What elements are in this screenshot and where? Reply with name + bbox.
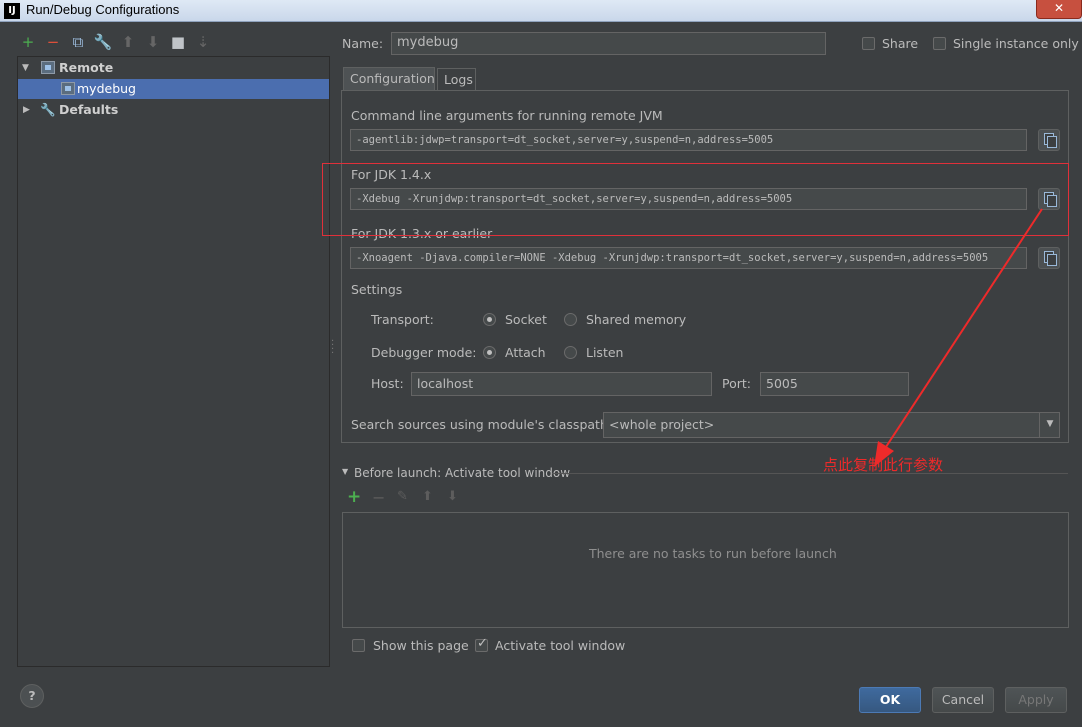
copy-cmd-args-button[interactable] — [1038, 129, 1060, 151]
remote-config-icon — [41, 61, 55, 74]
attach-label: Attach — [505, 345, 546, 360]
left-toolbar: + − ⧉ 🔧 ⬆ ⬇ ■ ⇣ — [18, 32, 328, 54]
show-this-page-checkbox[interactable] — [352, 639, 365, 652]
socket-radio[interactable] — [483, 313, 496, 326]
configuration-tree[interactable]: ▼ Remote mydebug ▶ 🔧 Defaults — [17, 56, 330, 667]
transport-label: Transport: — [371, 312, 434, 327]
module-classpath-value: <whole project> — [609, 417, 715, 432]
remove-icon[interactable]: − — [43, 32, 63, 52]
search-sources-label: Search sources using module's classpath: — [351, 417, 613, 432]
add-task-icon[interactable]: + — [347, 487, 361, 507]
tab-configuration[interactable]: Configuration — [343, 67, 435, 90]
cmd-args-field[interactable]: -agentlib:jdwp=transport=dt_socket,serve… — [350, 129, 1027, 151]
before-launch-separator — [552, 473, 1068, 474]
before-launch-collapse-icon[interactable]: ▼ — [342, 467, 348, 476]
host-label: Host: — [371, 376, 404, 391]
tree-node-defaults-label: Defaults — [59, 102, 119, 117]
tree-node-mydebug-label: mydebug — [77, 81, 136, 96]
tab-logs[interactable]: Logs — [437, 68, 476, 90]
settings-label: Settings — [351, 282, 403, 297]
cancel-button[interactable]: Cancel — [932, 687, 994, 713]
before-launch-title: Before launch: Activate tool window — [354, 466, 571, 480]
socket-label: Socket — [505, 312, 547, 327]
port-label: Port: — [722, 376, 751, 391]
close-window-button[interactable]: ✕ — [1036, 0, 1082, 19]
empty-tasks-text: There are no tasks to run before launch — [589, 546, 837, 561]
name-input[interactable]: mydebug — [391, 32, 826, 55]
shared-memory-label: Shared memory — [586, 312, 687, 327]
move-task-up-icon[interactable]: ⬆ — [422, 489, 433, 504]
move-down-icon[interactable]: ⬇ — [143, 32, 163, 52]
listen-radio[interactable] — [564, 346, 577, 359]
activate-tool-window-label: Activate tool window — [495, 638, 626, 653]
copy-config-icon[interactable]: ⧉ — [68, 32, 88, 52]
tree-node-mydebug[interactable]: mydebug — [18, 79, 329, 99]
share-checkbox[interactable] — [862, 37, 875, 50]
listen-label: Listen — [586, 345, 624, 360]
ok-button[interactable]: OK — [859, 687, 921, 713]
remove-task-icon[interactable]: − — [372, 488, 385, 507]
annotation-arrow — [874, 208, 1043, 467]
apply-button[interactable]: Apply — [1005, 687, 1067, 713]
name-label: Name: — [342, 36, 384, 51]
expand-arrow-icon[interactable]: ▼ — [22, 58, 29, 78]
attach-radio[interactable] — [483, 346, 496, 359]
help-button[interactable]: ? — [20, 684, 44, 708]
activate-tool-window-checkbox[interactable] — [475, 636, 488, 652]
intellij-app-icon: IJ — [4, 3, 20, 19]
share-label: Share — [882, 36, 919, 51]
edit-task-icon[interactable]: ✎ — [397, 489, 408, 504]
add-icon[interactable]: + — [18, 32, 38, 52]
wrench-icon: 🔧 — [40, 102, 56, 117]
debugger-mode-label: Debugger mode: — [371, 345, 477, 360]
splitter-handle[interactable]: · · · · — [331, 337, 334, 359]
folder-icon[interactable]: ■ — [168, 32, 188, 52]
window-title: Run/Debug Configurations — [26, 2, 180, 17]
move-up-icon[interactable]: ⬆ — [118, 32, 138, 52]
host-input[interactable]: localhost — [411, 372, 712, 396]
tree-node-remote-label: Remote — [59, 60, 114, 75]
remote-config-icon — [61, 82, 75, 95]
tree-node-defaults[interactable]: ▶ 🔧 Defaults — [18, 100, 329, 120]
before-launch-task-list[interactable]: There are no tasks to run before launch — [342, 512, 1069, 628]
show-this-page-label: Show this page — [373, 638, 469, 653]
collapse-arrow-icon[interactable]: ▶ — [23, 100, 30, 120]
single-instance-label: Single instance only — [953, 36, 1079, 51]
shared-memory-radio[interactable] — [564, 313, 577, 326]
sort-icon[interactable]: ⇣ — [193, 32, 213, 52]
tree-node-remote[interactable]: ▼ Remote — [18, 58, 329, 78]
edit-defaults-icon[interactable]: 🔧 — [93, 32, 113, 52]
move-task-down-icon[interactable]: ⬇ — [447, 489, 458, 504]
single-instance-checkbox[interactable] — [933, 37, 946, 50]
cmd-args-label: Command line arguments for running remot… — [351, 108, 663, 123]
annotation-text: 点此复制此行参数 — [823, 456, 944, 474]
